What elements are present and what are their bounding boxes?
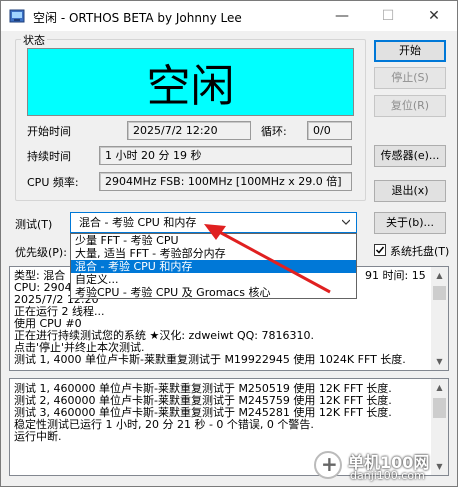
- test-select[interactable]: 混合 - 考验 CPU 和内存: [70, 212, 357, 233]
- scroll-up-icon[interactable]: ▲: [431, 379, 448, 396]
- tray-checkbox[interactable]: [374, 244, 386, 256]
- dropdown-option[interactable]: 少量 FFT - 考验 CPU: [71, 234, 356, 247]
- bottom-log-content: 测试 1, 460000 单位卢卡斯-莱默重复测试于 M250519 使用 12…: [14, 383, 392, 443]
- test-select-value: 混合 - 考验 CPU 和内存: [79, 216, 197, 229]
- scroll-down-icon[interactable]: ▼: [431, 353, 448, 370]
- watermark-url: danji100.com: [350, 469, 425, 482]
- duration-field: 1 小时 20 分 19 秒: [99, 146, 352, 165]
- start-button[interactable]: 开始: [374, 40, 446, 62]
- scroll-up-icon[interactable]: ▲: [431, 267, 448, 284]
- checkmark-icon: [375, 246, 385, 254]
- scroll-thumb[interactable]: [433, 398, 446, 418]
- log-line: 测试 1, 4000 单位卢卡斯-莱默重复测试于 M19922945 使用 10…: [14, 353, 406, 366]
- about-button[interactable]: 关于(b)...: [374, 212, 446, 234]
- duration-label: 持续时间: [27, 150, 71, 163]
- chevron-down-icon: [342, 219, 350, 225]
- priority-label: 优先级(P):: [15, 246, 67, 259]
- orthos-window: 空闲 - ORTHOS BETA by Johnny Lee — ☐ ✕ 状态 …: [0, 0, 458, 487]
- dropdown-option-selected[interactable]: 混合 - 考验 CPU 和内存: [71, 260, 356, 273]
- scroll-thumb[interactable]: [433, 286, 446, 300]
- tray-label[interactable]: 系统托盘(T): [390, 243, 449, 259]
- title-bar[interactable]: 空闲 - ORTHOS BETA by Johnny Lee — ☐ ✕: [1, 1, 457, 31]
- log-line: 运行中断.: [14, 430, 62, 443]
- start-time-field: 2025/7/2 12:20: [127, 121, 251, 140]
- loop-label: 循环:: [261, 125, 287, 138]
- maximize-icon: ☐: [381, 8, 395, 24]
- minimize-icon: —: [335, 8, 349, 24]
- exit-button[interactable]: 退出(x): [374, 180, 446, 202]
- stop-button[interactable]: 停止(S): [374, 67, 446, 89]
- sensors-button[interactable]: 传感器(e)...: [374, 145, 446, 167]
- app-icon: [9, 9, 25, 23]
- status-display: 空闲: [27, 48, 354, 116]
- test-dropdown-list[interactable]: 少量 FFT - 考验 CPU 大量, 适当 FFT - 考验部分内存 混合 -…: [70, 233, 357, 299]
- log-line: 稳定性测试已运行 1 小时, 20 分 21 秒 - 0 个错误, 0 个警告.: [14, 418, 314, 431]
- cpu-freq-field: 2904MHz FSB: 100MHz [100MHz x 29.0 倍]: [99, 172, 352, 191]
- dropdown-option[interactable]: 大量, 适当 FFT - 考验部分内存: [71, 247, 356, 260]
- close-icon: ✕: [428, 8, 440, 24]
- loop-field: 0/0: [307, 121, 352, 140]
- top-log-fragment: 91 时间: 15: [365, 269, 426, 282]
- watermark: + 单机100网 danji100.com: [312, 447, 458, 487]
- window-title: 空闲 - ORTHOS BETA by Johnny Lee: [33, 11, 242, 25]
- status-group-label: 状态: [21, 32, 47, 48]
- test-label: 测试(T): [15, 218, 53, 231]
- dropdown-option[interactable]: 自定义...: [71, 273, 356, 286]
- maximize-button[interactable]: ☐: [365, 1, 411, 31]
- status-text: 空闲: [146, 61, 235, 112]
- reset-button[interactable]: 复位(R): [374, 95, 446, 117]
- cpu-freq-label: CPU 频率:: [27, 176, 79, 189]
- close-button[interactable]: ✕: [411, 1, 457, 31]
- minimize-button[interactable]: —: [319, 1, 365, 31]
- dropdown-option[interactable]: 考验CPU - 考验 CPU 及 Gromacs 核心: [71, 286, 356, 299]
- start-time-label: 开始时间: [27, 125, 71, 138]
- top-log-scrollbar[interactable]: ▲ ▼: [431, 267, 448, 370]
- plus-icon: +: [321, 452, 338, 476]
